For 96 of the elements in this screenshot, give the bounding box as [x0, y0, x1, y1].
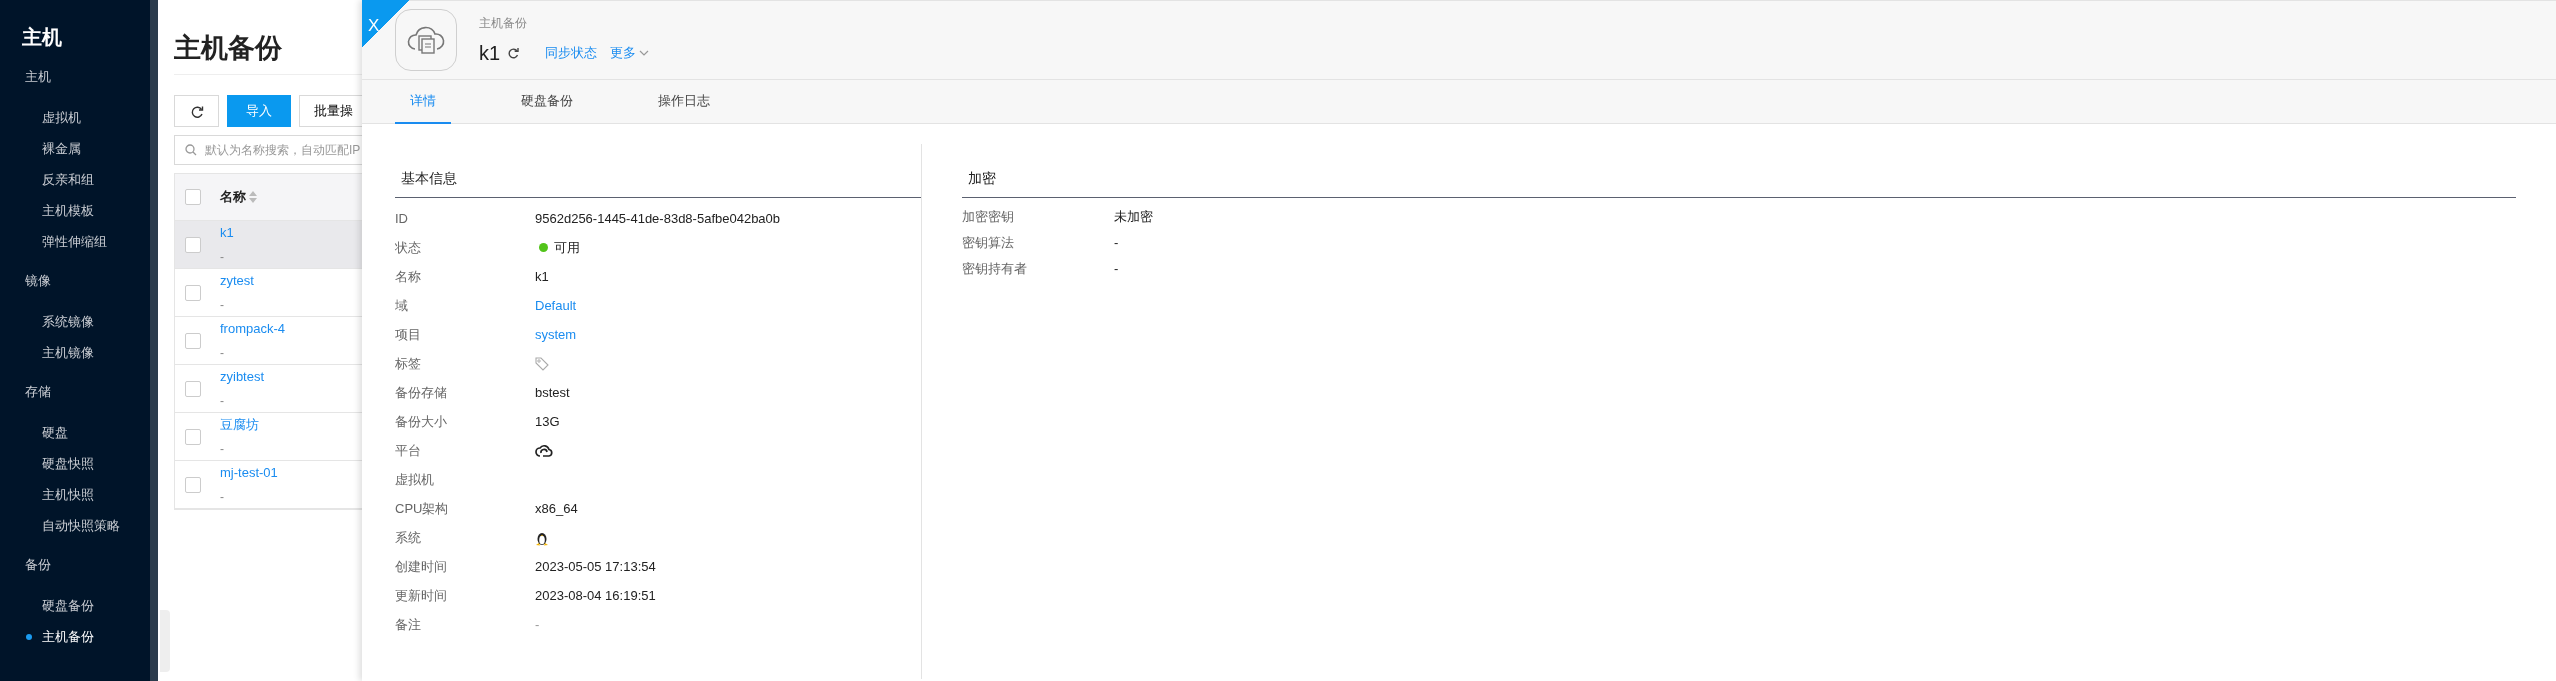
table-cell-text: -	[220, 441, 224, 459]
field-value: -	[535, 615, 540, 634]
table-cell-text: -	[220, 249, 224, 267]
tab[interactable]: 操作日志	[643, 80, 725, 124]
checkbox[interactable]	[185, 284, 201, 301]
section-title: 加密	[968, 169, 996, 188]
close-button[interactable]: X	[362, 0, 410, 48]
drawer-title: k1	[479, 40, 501, 66]
batch-button[interactable]: 批量操	[299, 95, 362, 127]
name-link[interactable]: zytest	[220, 270, 254, 291]
column-header[interactable]: 名称	[220, 187, 258, 207]
field-link[interactable]: system	[535, 324, 577, 345]
field-value: 13G	[535, 412, 560, 431]
field-link[interactable]: Default	[535, 295, 577, 316]
sidebar-group-label: 备份	[24, 556, 51, 574]
name-link[interactable]: 豆腐坊	[220, 414, 259, 435]
field-label: 状态	[395, 238, 422, 257]
field-label: 项目	[395, 325, 422, 344]
sidebar-item[interactable]: 主机备份	[0, 621, 94, 652]
checkbox[interactable]	[185, 332, 201, 349]
field-label: 备份存储	[395, 383, 448, 402]
name-link[interactable]: k1	[220, 222, 234, 243]
tab[interactable]: 详情	[395, 80, 451, 124]
name-link[interactable]: mj-test-01	[220, 462, 278, 483]
tab[interactable]: 硬盘备份	[506, 80, 588, 124]
sidebar-group-label: 主机	[24, 68, 51, 86]
checkbox[interactable]	[185, 236, 201, 253]
sort-icon	[249, 191, 258, 203]
field-label: 系统	[395, 528, 422, 547]
field-value: 未加密	[1114, 208, 1153, 227]
refresh-button[interactable]	[506, 46, 519, 59]
field-value: 2023-08-04 16:19:51	[535, 586, 656, 605]
status-text: 可用	[554, 238, 580, 257]
sidebar-item[interactable]: 硬盘	[0, 417, 68, 448]
field-value: -	[1114, 260, 1119, 279]
table-cell-text: -	[220, 393, 224, 411]
field-label: 虚拟机	[395, 470, 435, 489]
field-label: 更新时间	[395, 586, 448, 605]
sidebar-group-label: 镜像	[24, 272, 51, 290]
section-title: 基本信息	[401, 169, 457, 188]
field-label: ID	[395, 209, 409, 228]
field-label: 标签	[395, 354, 422, 373]
field-label: 创建时间	[395, 557, 448, 576]
field-value: -	[1114, 234, 1119, 253]
checkbox[interactable]	[185, 189, 201, 205]
field-label: 平台	[395, 441, 422, 460]
tag-icon	[535, 356, 549, 371]
field-label: 名称	[395, 267, 422, 286]
sidebar-item[interactable]: 虚拟机	[0, 102, 81, 133]
sidebar-group-label: 存储	[24, 383, 51, 401]
checkbox[interactable]	[185, 476, 201, 493]
field-label: 加密密钥	[962, 208, 1015, 227]
field-value: 2023-05-05 17:13:54	[535, 557, 656, 576]
sidebar-item[interactable]: 主机快照	[0, 479, 94, 510]
name-link[interactable]: zyibtest	[220, 366, 265, 387]
table-cell-text: -	[220, 297, 224, 315]
field-value: 9562d256-1445-41de-83d8-5afbe042ba0b	[535, 209, 781, 228]
sidebar-item[interactable]: 主机镜像	[0, 337, 94, 368]
sidebar-item[interactable]: 系统镜像	[0, 306, 94, 337]
table-cell-text: -	[220, 489, 224, 507]
search-field[interactable]: 默认为名称搜索，自动匹配IP	[174, 135, 362, 165]
field-label: 备份大小	[395, 412, 448, 431]
name-link[interactable]: frompack-4	[220, 318, 286, 339]
sidebar-item[interactable]: 自动快照策略	[0, 510, 120, 541]
search-input[interactable]: 默认为名称搜索，自动匹配IP	[203, 140, 362, 160]
field-value: x86_64	[535, 499, 578, 518]
cloud-icon	[535, 443, 553, 458]
refresh-icon	[506, 46, 519, 59]
field-label: 域	[395, 296, 409, 315]
field-label: 密钥持有者	[962, 260, 1028, 279]
field-value: bstest	[535, 383, 570, 402]
sidebar-title: 主机	[21, 25, 62, 50]
table-cell-text: -	[220, 345, 224, 363]
field-label: 密钥算法	[962, 234, 1015, 253]
breadcrumb: 主机备份	[479, 14, 527, 32]
sidebar-item[interactable]: 硬盘备份	[0, 590, 94, 621]
refresh-icon	[189, 104, 204, 119]
checkbox[interactable]	[185, 380, 201, 397]
sidebar-item[interactable]: 主机模板	[0, 195, 94, 226]
checkbox[interactable]	[185, 428, 201, 445]
page-title: 主机备份	[174, 32, 282, 65]
cloud-document-icon	[406, 25, 446, 55]
action-link[interactable]: 同步状态	[544, 42, 597, 63]
action-link[interactable]: 更多	[609, 42, 649, 63]
field-label: 备注	[395, 615, 422, 634]
sidebar-item[interactable]: 裸金属	[0, 133, 81, 164]
table-row[interactable]: k1 -	[175, 221, 362, 269]
sidebar-item[interactable]: 弹性伸缩组	[0, 226, 107, 257]
import-button[interactable]: 导入	[227, 95, 291, 127]
field-label: CPU架构	[395, 499, 450, 518]
refresh-button[interactable]	[174, 95, 219, 127]
column-label: 名称	[220, 188, 246, 207]
sidebar-item[interactable]: 硬盘快照	[0, 448, 94, 479]
search-icon	[185, 144, 197, 156]
sidebar-item[interactable]: 反亲和组	[0, 164, 94, 195]
field-value: k1	[535, 267, 549, 286]
